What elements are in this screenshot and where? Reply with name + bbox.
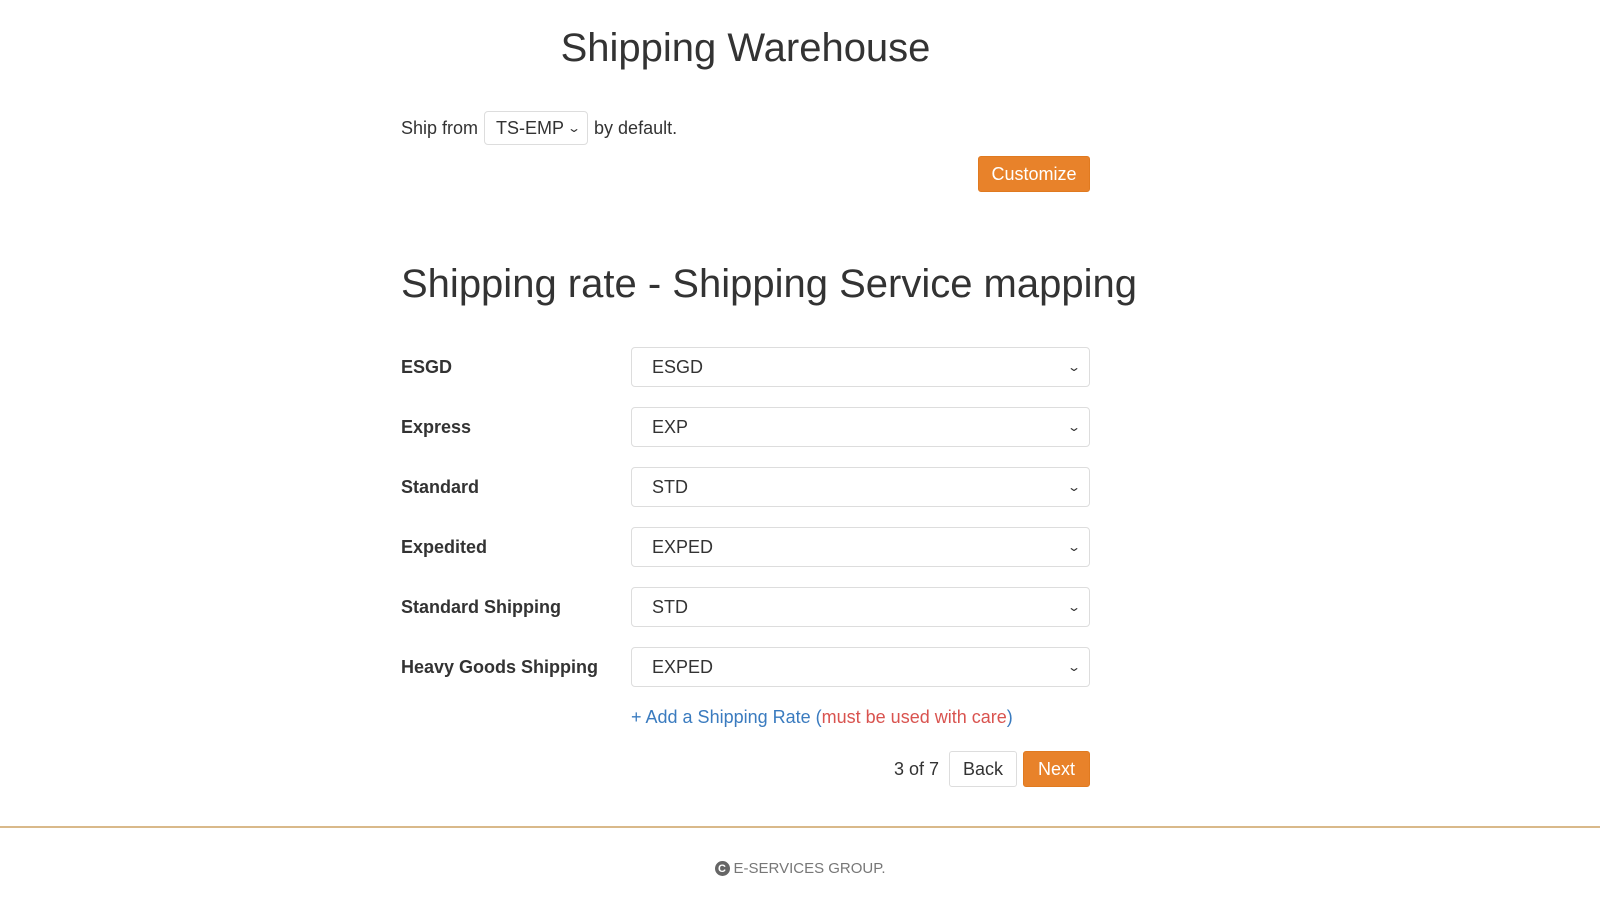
service-select[interactable]: ESGD ⌄ <box>631 347 1090 387</box>
service-select-value: ESGD <box>652 356 704 377</box>
add-rate-warning: must be used with care <box>821 707 1007 727</box>
rate-label: Heavy Goods Shipping <box>401 656 599 677</box>
back-button[interactable]: Back <box>949 751 1017 787</box>
step-indicator: 3 of 7 <box>893 758 939 779</box>
mapping-row: ESGD ESGD ⌄ <box>401 347 1090 387</box>
rate-label: Standard <box>401 476 480 497</box>
rate-label: Standard Shipping <box>401 596 561 617</box>
service-select-value: EXPED <box>652 656 714 677</box>
mapping-row: Standard Shipping STD ⌄ <box>401 587 1090 627</box>
chevron-down-icon: ⌄ <box>1066 600 1082 614</box>
service-select[interactable]: STD ⌄ <box>631 467 1090 507</box>
mapping-row: Express EXP ⌄ <box>401 407 1090 447</box>
chevron-down-icon: ⌄ <box>1066 480 1082 494</box>
service-select[interactable]: EXPED ⌄ <box>631 647 1090 687</box>
warehouse-select[interactable]: TS-EMP ⌄ <box>484 111 589 145</box>
next-button[interactable]: Next <box>1023 751 1090 787</box>
service-select[interactable]: STD ⌄ <box>631 587 1090 627</box>
service-select-value: EXPED <box>652 536 714 557</box>
footer-text: E-SERVICES GROUP. <box>733 860 886 877</box>
service-select[interactable]: EXP ⌄ <box>631 407 1090 447</box>
mapping-title: Shipping rate - Shipping Service mapping <box>401 262 1137 306</box>
chevron-down-icon: ⌄ <box>1066 540 1082 554</box>
chevron-down-icon: ⌄ <box>1066 420 1082 434</box>
customize-button[interactable]: Customize <box>978 156 1090 192</box>
rate-label: Express <box>401 416 472 437</box>
add-rate-paren-close: ) <box>1006 707 1013 727</box>
ship-from-prefix: Ship from <box>401 117 479 138</box>
chevron-down-icon: ⌄ <box>1066 660 1082 674</box>
service-select-value: EXP <box>652 416 689 437</box>
warehouse-select-value: TS-EMP <box>496 117 565 138</box>
service-select-value: STD <box>652 596 688 617</box>
rate-label: ESGD <box>401 356 453 377</box>
service-select-value: STD <box>652 476 688 497</box>
page-title: Shipping Warehouse <box>560 26 931 70</box>
add-shipping-rate-link[interactable]: + Add a Shipping Rate (must be used with… <box>631 707 1013 728</box>
rate-label: Expedited <box>401 536 488 557</box>
chevron-down-icon: ⌄ <box>566 121 582 135</box>
footer-divider <box>0 826 1600 828</box>
footer: C E-SERVICES GROUP. <box>0 860 1600 877</box>
ship-from-row: Ship from TS-EMP ⌄ by default. <box>401 111 677 145</box>
copyright-icon: C <box>714 861 730 876</box>
pager: 3 of 7 Back Next <box>894 751 1090 787</box>
add-rate-label: + Add a Shipping Rate <box>631 707 811 727</box>
mapping-row: Expedited EXPED ⌄ <box>401 527 1090 567</box>
mapping-row: Heavy Goods Shipping EXPED ⌄ <box>401 647 1090 687</box>
ship-from-suffix: by default. <box>594 117 678 138</box>
service-select[interactable]: EXPED ⌄ <box>631 527 1090 567</box>
chevron-down-icon: ⌄ <box>1066 360 1082 374</box>
mapping-row: Standard STD ⌄ <box>401 467 1090 507</box>
